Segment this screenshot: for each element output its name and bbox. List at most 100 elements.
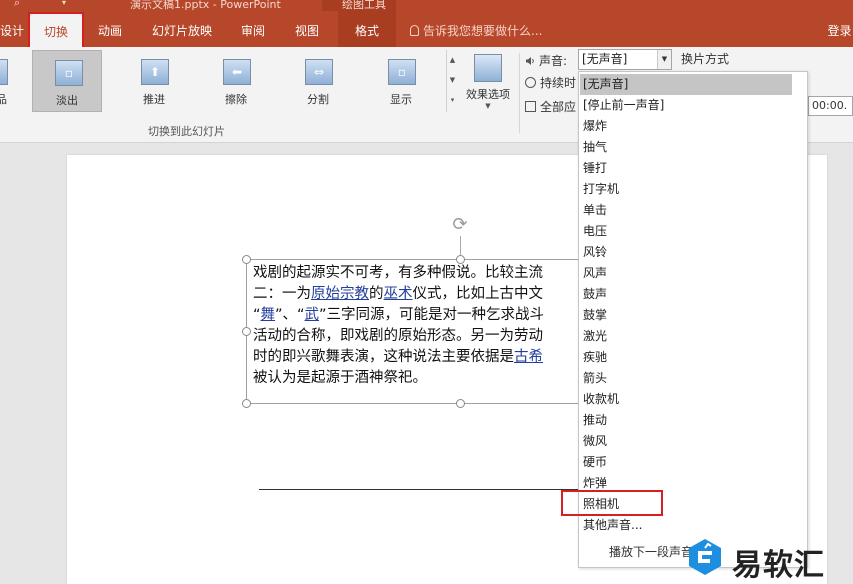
transition-fade[interactable]: ▫ 淡出 <box>32 50 102 112</box>
text-run: ”三字同源，可能是对一种乞求战斗 <box>319 307 545 323</box>
title-bar: ⌕ ▾ 演示文稿1.pptx - PowerPoint 绘图工具 <box>0 0 853 11</box>
duration-label: 持续时 <box>540 76 577 90</box>
sound-option[interactable]: 抽气 <box>579 137 807 158</box>
resize-handle-top[interactable] <box>456 255 465 264</box>
text-line: 活动的合称，即戏剧的原始形态。另一为劳动 <box>253 326 583 347</box>
sound-dropdown[interactable]: [无声音] [停止前一声音] 爆炸 抽气 锤打 打字机 单击 电压 风铃 风声 鼓声 鼓掌 激光 疾驰 箭头… <box>578 71 808 568</box>
tell-me-box[interactable]: 告诉我您想要做什么... <box>410 11 542 47</box>
apply-all-icon <box>525 101 536 112</box>
tab-view[interactable]: 视图 <box>286 11 328 47</box>
text-line: 被认为是起源于酒神祭祀。 <box>253 368 583 389</box>
account-sign-in[interactable]: 登录 <box>826 11 853 47</box>
text-run: 的 <box>369 286 384 302</box>
search-icon[interactable]: ⌕ <box>14 0 20 10</box>
transition-partial[interactable]: 品 <box>0 50 8 112</box>
transition-split-label: 分割 <box>307 93 329 106</box>
resize-handle-top-left[interactable] <box>242 255 251 264</box>
hyperlink[interactable]: 古希 <box>514 349 543 365</box>
text-run: ”、“ <box>275 307 305 323</box>
tab-format[interactable]: 格式 <box>338 11 396 47</box>
text-run: 戏剧的起源实不可考，有多种假说。比较主流 <box>253 265 543 281</box>
clock-icon <box>525 77 536 88</box>
group-divider <box>519 53 520 133</box>
transition-reveal-label: 显示 <box>390 93 412 106</box>
tab-animations[interactable]: 动画 <box>90 11 130 47</box>
gallery-scroll[interactable]: ▲ ▼ ▾ <box>446 50 458 112</box>
sound-list: [无声音] [停止前一声音] 爆炸 抽气 锤打 打字机 单击 电压 风铃 风声 鼓声 鼓掌 激光 疾驰 箭头… <box>579 74 807 536</box>
text-line: “舞”、“武”三字同源，可能是对一种乞求战斗 <box>253 305 583 326</box>
hyperlink[interactable]: 武 <box>305 307 320 323</box>
transition-wipe-label: 擦除 <box>225 93 247 106</box>
transition-push-label: 推进 <box>143 93 165 106</box>
sound-option[interactable]: 风铃 <box>579 242 807 263</box>
text-run: 二：一为 <box>253 286 311 302</box>
sound-option[interactable]: [停止前一声音] <box>579 95 807 116</box>
gallery-more-icon[interactable]: ▾ <box>447 90 458 110</box>
sound-option[interactable]: 单击 <box>579 200 807 221</box>
effect-options-button[interactable]: 效果选项 ▼ <box>460 50 516 126</box>
quick-access-dropdown-icon[interactable]: ▾ <box>62 0 66 7</box>
fade-transition-icon: ▫ <box>55 60 83 86</box>
sound-option[interactable]: 疾驰 <box>579 347 807 368</box>
reveal-transition-icon: ▫ <box>388 59 416 85</box>
slide-line-shape[interactable] <box>259 489 579 490</box>
resize-handle-bottom[interactable] <box>456 399 465 408</box>
transition-wipe[interactable]: ⬅ 擦除 <box>201 50 271 112</box>
transition-split[interactable]: ⇔ 分割 <box>283 50 353 112</box>
text-run: 被认为是起源于酒神祭祀。 <box>253 370 427 386</box>
sound-option[interactable]: 收款机 <box>579 389 807 410</box>
text-box-content[interactable]: 戏剧的起源实不可考，有多种假说。比较主流 二：一为原始宗教的巫术仪式，比如上古中文… <box>253 263 583 389</box>
sound-option[interactable]: 爆炸 <box>579 116 807 137</box>
transition-fade-label: 淡出 <box>56 94 78 107</box>
tab-slideshow[interactable]: 幻灯片放映 <box>144 11 220 47</box>
sound-select[interactable]: [无声音] ▼ <box>578 49 672 70</box>
speaker-icon <box>526 57 534 65</box>
sound-option[interactable]: 锤打 <box>579 158 807 179</box>
text-line: 二：一为原始宗教的巫术仪式，比如上古中文 <box>253 284 583 305</box>
sound-option[interactable]: 激光 <box>579 326 807 347</box>
apply-all-label: 全部应 <box>540 100 577 114</box>
duration-row: 持续时 <box>525 74 576 91</box>
tab-transitions[interactable]: 切换 <box>30 14 82 47</box>
sound-option[interactable]: 鼓掌 <box>579 305 807 326</box>
sound-option[interactable]: 箭头 <box>579 368 807 389</box>
resize-handle-bottom-left[interactable] <box>242 399 251 408</box>
effect-options-icon <box>474 54 502 82</box>
transition-push[interactable]: ⬆ 推进 <box>119 50 189 112</box>
transition-group-label: 切换到此幻灯片 <box>148 125 225 138</box>
sound-option[interactable]: 推动 <box>579 410 807 431</box>
sound-option[interactable]: 炸弹 <box>579 473 807 494</box>
tab-design[interactable]: 设计 <box>0 11 24 47</box>
text-run: 仪式，比如上古中文 <box>412 286 544 302</box>
hyperlink[interactable]: 巫术 <box>384 286 413 302</box>
tab-review[interactable]: 审阅 <box>232 11 274 47</box>
text-line: 时的即兴歌舞表演，这种说法主要依据是古希 <box>253 347 583 368</box>
split-transition-icon: ⇔ <box>305 59 333 85</box>
sound-option[interactable]: 风声 <box>579 263 807 284</box>
transition-reveal[interactable]: ▫ 显示 <box>366 50 436 112</box>
rotate-handle-icon[interactable]: ⟳ <box>449 214 471 236</box>
hyperlink[interactable]: 舞 <box>261 307 276 323</box>
sound-option[interactable]: [无声音] <box>580 74 792 95</box>
sound-option[interactable]: 照相机 <box>579 494 807 515</box>
resize-handle-left[interactable] <box>242 327 251 336</box>
gallery-down-icon[interactable]: ▼ <box>447 70 458 90</box>
hyperlink[interactable]: 原始宗教 <box>311 286 369 302</box>
sound-label: 声音: <box>539 54 568 68</box>
text-line: 戏剧的起源实不可考，有多种假说。比较主流 <box>253 263 583 284</box>
sound-option[interactable]: 硬币 <box>579 452 807 473</box>
text-run: 时的即兴歌舞表演，这种说法主要依据是 <box>253 349 514 365</box>
watermark-text: 易软汇 <box>732 548 825 583</box>
sound-option[interactable]: 打字机 <box>579 179 807 200</box>
loop-until-next-sound[interactable]: 播放下一段声音 <box>609 543 693 560</box>
apply-all-button[interactable]: 全部应 <box>525 98 576 115</box>
gallery-up-icon[interactable]: ▲ <box>447 50 458 70</box>
sound-option[interactable]: 电压 <box>579 221 807 242</box>
sound-select-value: [无声音] <box>582 52 628 66</box>
time-input[interactable]: 00:00. <box>808 96 853 116</box>
advance-slide-label: 换片方式 <box>681 52 730 66</box>
chevron-down-icon: ▼ <box>485 102 491 110</box>
sound-option[interactable]: 微风 <box>579 431 807 452</box>
chevron-down-icon[interactable]: ▼ <box>657 50 671 69</box>
sound-option[interactable]: 鼓声 <box>579 284 807 305</box>
